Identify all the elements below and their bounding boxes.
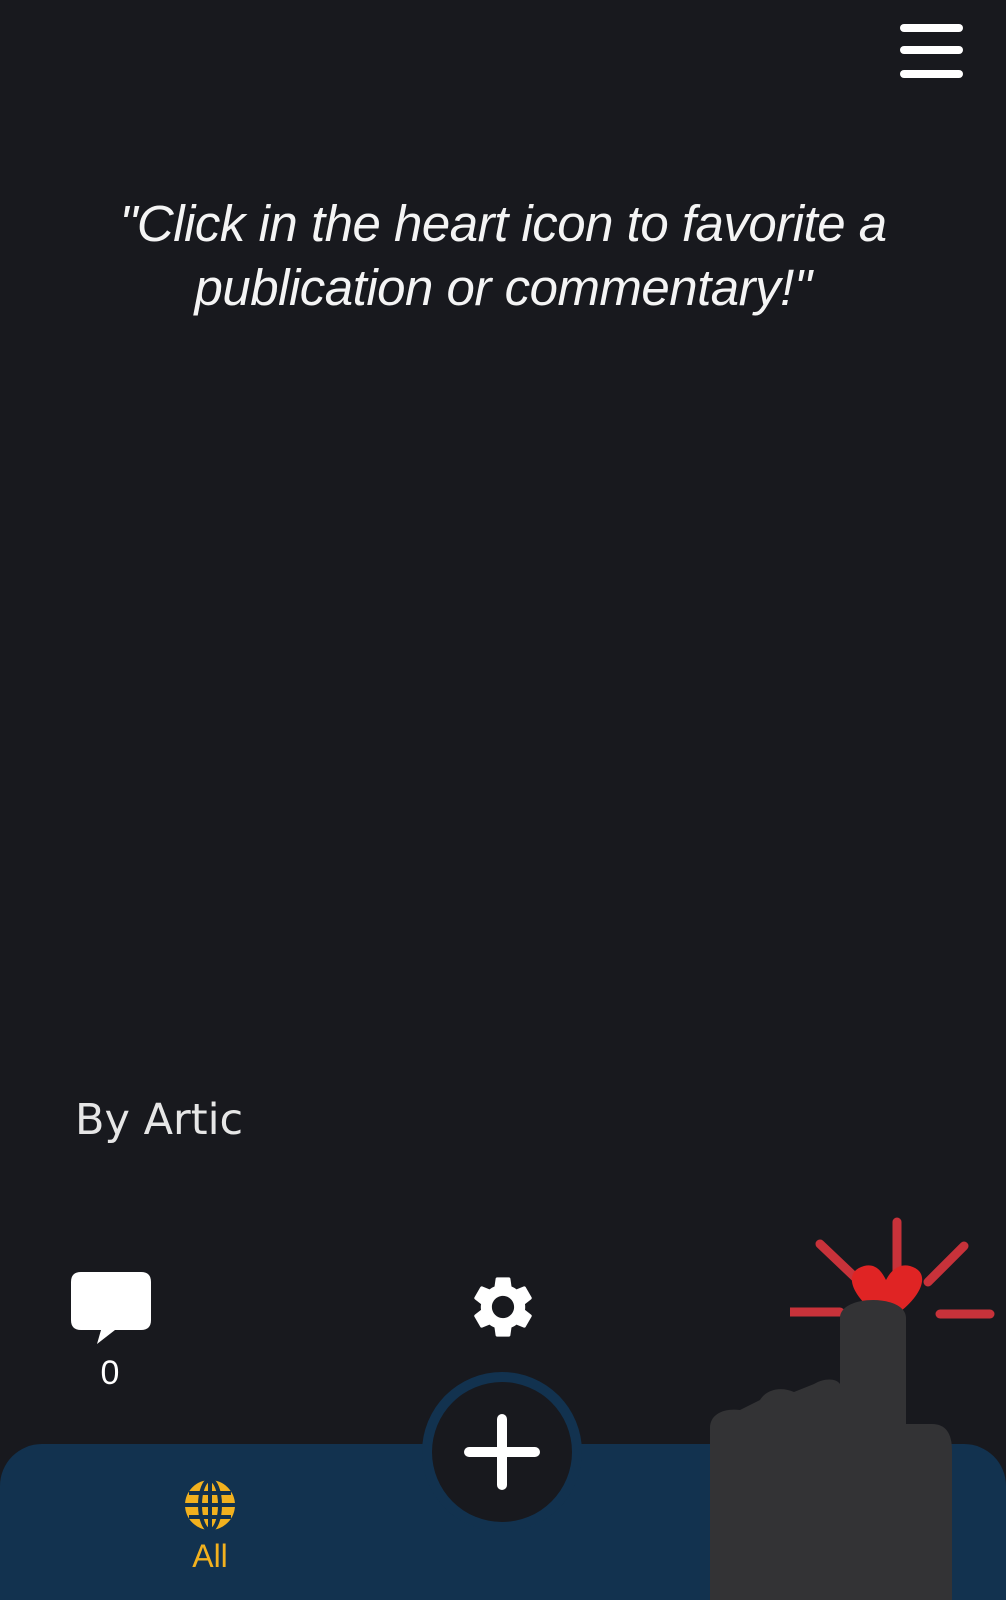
- menu-button[interactable]: [898, 22, 966, 82]
- comment-count: 0: [100, 1354, 120, 1392]
- post-quote: "Click in the heart icon to favorite a p…: [119, 195, 887, 316]
- tab-all-label: All: [192, 1538, 228, 1574]
- comment-button[interactable]: [71, 1272, 151, 1352]
- plus-icon: [464, 1414, 540, 1490]
- menu-line: [900, 24, 963, 32]
- globe-icon: [185, 1478, 235, 1532]
- pointing-hand-illustration: [710, 1300, 952, 1600]
- settings-button[interactable]: [466, 1270, 540, 1344]
- speech-bubble-icon: [71, 1272, 151, 1344]
- gear-icon: [474, 1277, 532, 1337]
- menu-line: [900, 70, 963, 78]
- menu-line: [900, 46, 963, 54]
- post-author: By Artic: [75, 1095, 244, 1145]
- tab-all[interactable]: All: [175, 1478, 245, 1578]
- add-post-button[interactable]: [432, 1382, 572, 1522]
